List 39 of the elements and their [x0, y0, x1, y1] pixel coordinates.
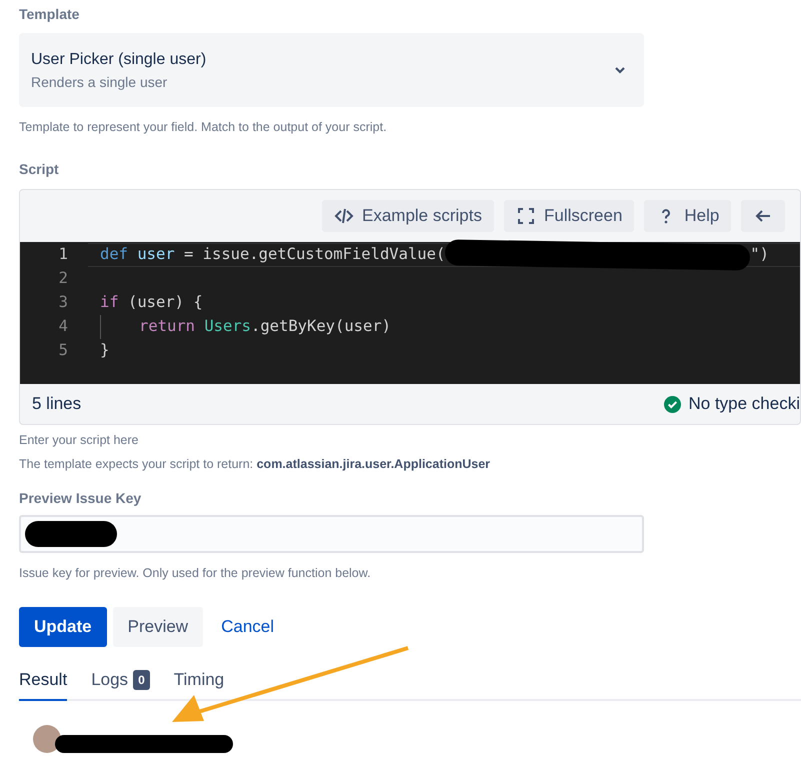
type-check-status: No type checki [688, 393, 800, 416]
code-text: def user = issue.getCustomFieldValue( [100, 244, 446, 266]
update-button[interactable]: Update [19, 607, 107, 647]
line-number: 3 [58, 292, 69, 314]
select-value: User Picker (single user) [31, 50, 206, 70]
select-description: Renders a single user [31, 72, 168, 92]
line-number: 1 [58, 244, 69, 266]
preview-button[interactable]: Preview [112, 607, 204, 647]
code-icon [334, 206, 354, 226]
back-button[interactable] [741, 200, 786, 232]
chevron-down-icon [614, 66, 626, 74]
help-text: Enter your script here [19, 432, 138, 449]
line-count: 5 lines [32, 393, 82, 416]
help-text: Template to represent your field. Match to the output of your script. [19, 119, 387, 136]
fullscreen-icon [516, 206, 536, 226]
tab[interactable]: Logs 0 [91, 667, 150, 700]
cancel-link[interactable]: Cancel [209, 607, 286, 647]
tab[interactable]: Result [19, 667, 68, 700]
help-text: Issue key for preview. Only used for the preview function below. [19, 565, 371, 582]
field-label: Preview Issue Key [19, 489, 142, 508]
tab[interactable]: Timing [174, 667, 224, 700]
template-select[interactable]: User Picker (single user) Renders a single user [19, 33, 644, 107]
code-text: } [100, 340, 110, 362]
line-number: 2 [58, 268, 69, 290]
help-button[interactable]: Help [644, 200, 732, 232]
example-scripts-button[interactable]: Example scripts [322, 200, 494, 232]
avatar [33, 724, 61, 752]
count-badge: 0 [133, 670, 150, 690]
check-circle-icon [664, 396, 680, 412]
line-number: 5 [58, 340, 69, 362]
fullscreen-button[interactable]: Fullscreen [504, 200, 634, 232]
code-text: if (user) { [100, 292, 203, 314]
help-text: The template expects your script to return: com.atlassian.jira.user.ApplicationUser [19, 456, 490, 473]
field-label: Template [19, 5, 80, 24]
code-text: return Users.getByKey(user) [139, 317, 391, 336]
line-number: 4 [58, 316, 69, 338]
issue-key-field[interactable] [19, 515, 644, 553]
field-label: Script [19, 160, 59, 179]
code-text: ") [750, 244, 769, 266]
